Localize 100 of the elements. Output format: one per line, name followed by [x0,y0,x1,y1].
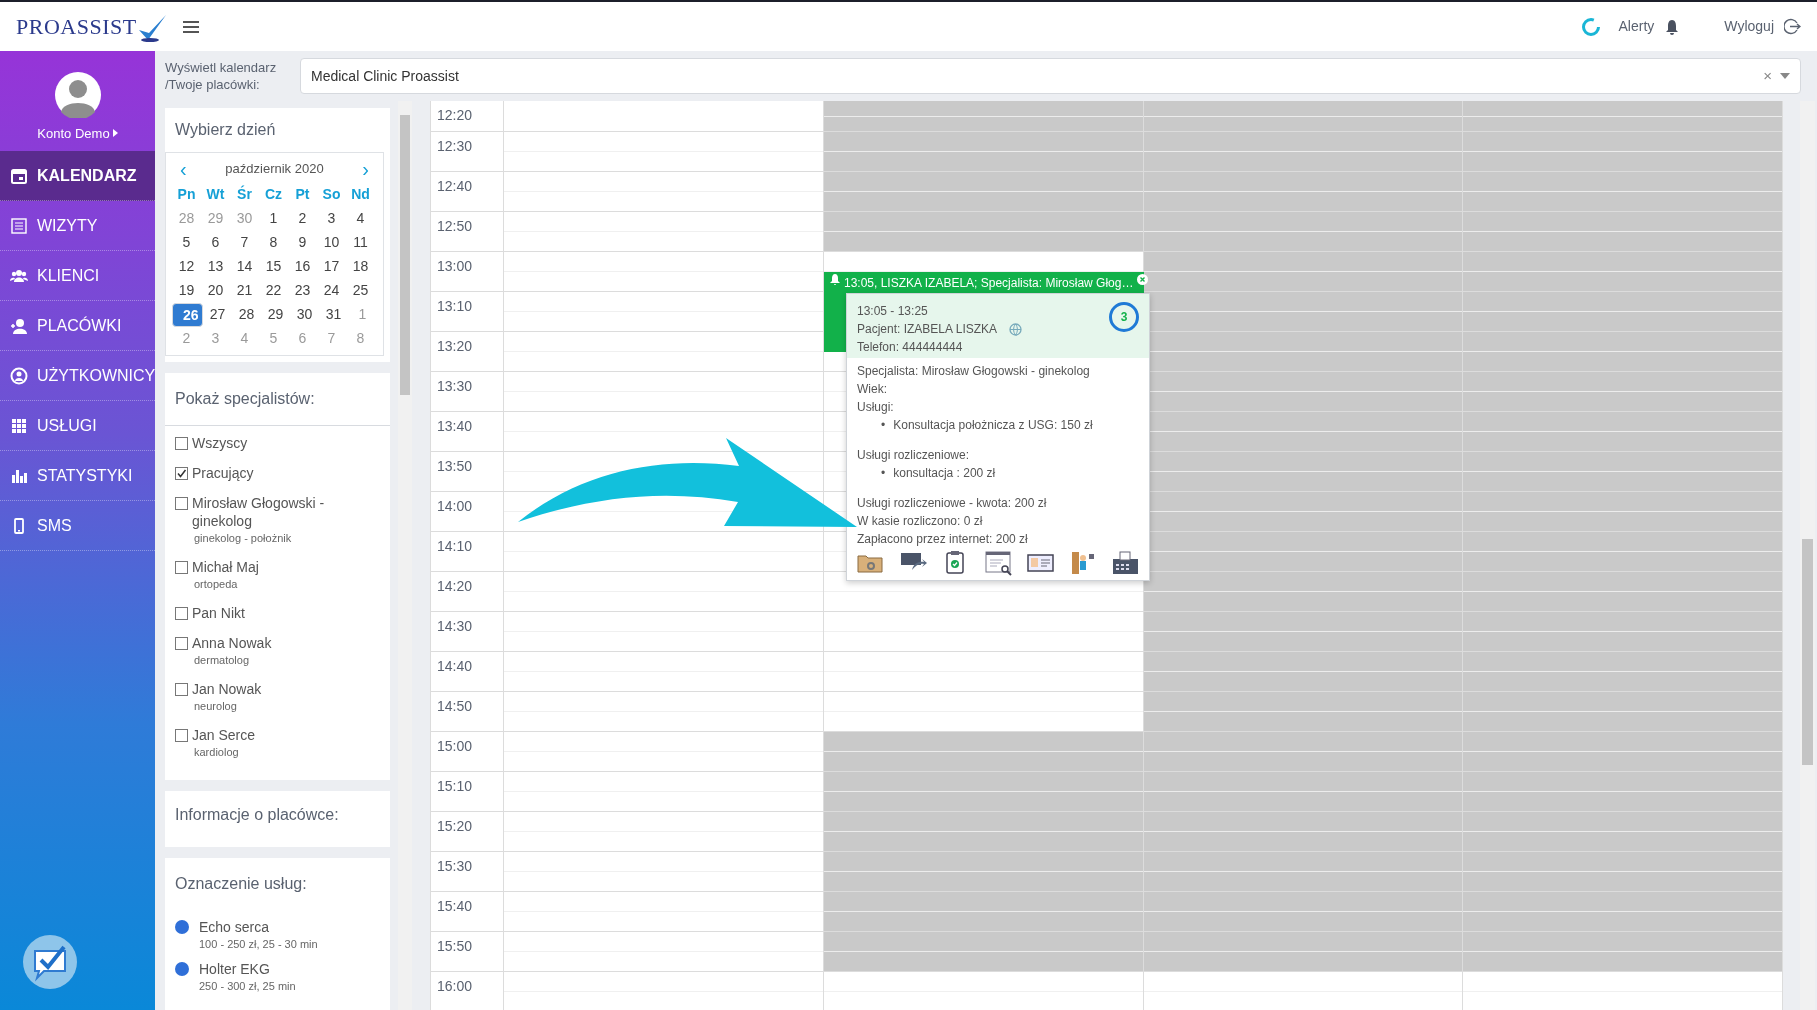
time-slot[interactable] [1143,932,1464,971]
calendar-day[interactable]: 13 [201,254,230,279]
time-slot[interactable] [1143,101,1464,131]
menu-icon[interactable] [182,19,199,34]
bell-icon[interactable] [1664,18,1681,35]
checkbox[interactable] [175,682,188,696]
checkbox[interactable] [175,496,188,510]
time-slot[interactable] [823,132,1144,171]
calendar-day[interactable]: 30 [290,302,319,327]
time-slot[interactable] [1143,732,1464,771]
checkbox[interactable] [175,436,188,450]
time-slot[interactable] [1463,732,1783,771]
calendar-day[interactable]: 14 [230,254,259,279]
calendar-day[interactable]: 7 [230,230,259,255]
sidebar-menu-item[interactable]: KLIENCI [0,251,155,301]
person-door-icon[interactable] [1069,550,1097,576]
time-slot[interactable] [1463,132,1783,171]
logout-link[interactable]: Wyloguj [1724,16,1774,37]
time-slot[interactable] [1463,692,1783,731]
time-slot[interactable] [823,172,1144,211]
time-slot[interactable] [823,852,1144,891]
calendar-day[interactable]: 12 [172,254,201,279]
time-slot[interactable] [1463,652,1783,691]
calendar-day[interactable]: 1 [259,206,288,231]
time-slot[interactable] [823,772,1144,811]
calendar-day[interactable]: 2 [288,206,317,231]
calendar-day[interactable]: 6 [201,230,230,255]
calendar-day[interactable]: 4 [346,206,375,231]
calendar-day[interactable]: 29 [261,302,290,327]
time-slot[interactable] [1463,101,1783,131]
calendar-day[interactable]: 22 [259,278,288,303]
calendar-day[interactable]: 18 [346,254,375,279]
facility-select[interactable]: Medical Clinic Proassist × [300,58,1801,94]
calendar-day[interactable]: 26 [172,302,203,327]
sidebar-menu-item[interactable]: UŻYTKOWNICY [0,351,155,401]
calendar-day[interactable]: 9 [288,230,317,255]
calendar-day[interactable]: 3 [317,206,346,231]
time-slot[interactable] [823,932,1144,971]
time-slot[interactable] [1143,212,1464,251]
checkbox[interactable] [175,466,188,480]
calendar-day[interactable]: 20 [201,278,230,303]
calendar-day[interactable]: 8 [259,230,288,255]
sidebar-menu-item[interactable]: KALENDARZ [0,151,155,201]
time-slot[interactable] [1463,812,1783,851]
alerts-link[interactable]: Alerty [1618,16,1655,37]
calendar-day[interactable]: 10 [317,230,346,255]
time-slot[interactable] [1463,252,1783,291]
checkbox[interactable] [175,560,188,574]
calendar-day[interactable]: 11 [346,230,375,255]
time-slot[interactable] [1463,492,1783,531]
time-slot[interactable] [1143,252,1464,291]
time-slot[interactable] [1143,172,1464,211]
time-slot[interactable] [1143,852,1464,891]
time-slot[interactable] [1463,572,1783,611]
sidebar-menu-item[interactable]: USŁUGI [0,401,155,451]
time-slot[interactable] [1463,612,1783,651]
time-slot[interactable] [1463,412,1783,451]
time-slot[interactable] [1463,772,1783,811]
time-slot[interactable] [1143,692,1464,731]
calendar-day[interactable]: 31 [319,302,348,327]
calendar-day[interactable]: 21 [230,278,259,303]
time-slot[interactable] [823,101,1144,131]
time-slot[interactable] [1463,212,1783,251]
time-slot[interactable] [1463,452,1783,491]
time-slot[interactable] [823,892,1144,931]
sidebar-menu-item[interactable]: SMS [0,501,155,551]
time-slot[interactable] [1463,292,1783,331]
calendar-day[interactable]: 23 [288,278,317,303]
time-slot[interactable] [1143,612,1464,651]
calendar-day[interactable]: 27 [203,302,232,327]
time-slot[interactable] [1143,132,1464,171]
fax-machine-icon[interactable] [1112,550,1139,576]
time-slot[interactable] [1143,292,1464,331]
time-slot[interactable] [1463,852,1783,891]
time-slot[interactable] [1463,892,1783,931]
calendar-day[interactable]: 19 [172,278,201,303]
time-slot[interactable] [1143,892,1464,931]
time-slot[interactable] [1463,532,1783,571]
calendar-day[interactable]: 5 [172,230,201,255]
time-slot[interactable] [1143,812,1464,851]
close-icon[interactable] [1137,274,1149,285]
time-slot[interactable] [823,812,1144,851]
logout-icon[interactable] [1784,18,1801,35]
calendar-day[interactable]: 15 [259,254,288,279]
calendar-day[interactable]: 16 [288,254,317,279]
account-link[interactable]: Konto Demo [37,123,110,143]
time-slot[interactable] [1463,372,1783,411]
document-search-icon[interactable] [984,550,1012,576]
time-slot[interactable] [1143,652,1464,691]
time-slot[interactable] [1463,172,1783,211]
time-slot[interactable] [1143,772,1464,811]
clear-button[interactable]: × [1763,64,1772,88]
sidebar-menu-item[interactable]: STATYSTYKI [0,451,155,501]
scrollbar[interactable] [398,101,412,1010]
time-slot[interactable] [1463,932,1783,971]
sidebar-menu-item[interactable]: WIZYTY [0,201,155,251]
calendar-day[interactable]: 28 [232,302,261,327]
checkbox[interactable] [175,728,188,742]
checkbox[interactable] [175,606,188,620]
sidebar-menu-item[interactable]: PLACÓWKI [0,301,155,351]
